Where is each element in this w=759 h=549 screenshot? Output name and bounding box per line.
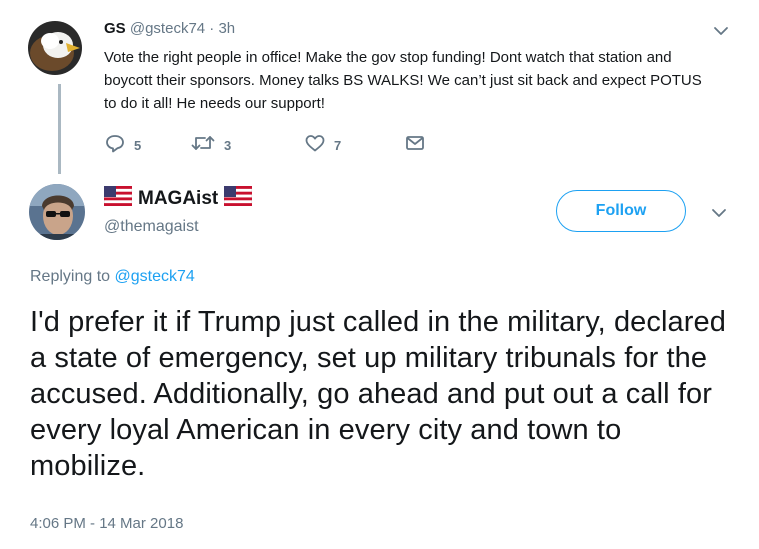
avatar[interactable] <box>28 21 82 75</box>
author-name[interactable]: MAGAist <box>138 188 218 210</box>
separator: · <box>209 20 215 37</box>
tweet-timestamp[interactable]: 4:06 PM - 14 Mar 2018 <box>30 515 183 532</box>
follow-button[interactable]: Follow <box>556 190 686 232</box>
thread-line <box>58 84 61 174</box>
tweet-text: Vote the right people in office! Make th… <box>104 49 702 112</box>
chevron-down-icon[interactable] <box>710 204 728 222</box>
chevron-down-icon[interactable] <box>712 22 730 40</box>
retweet-button[interactable]: 3 <box>190 134 231 156</box>
us-flag-icon <box>103 185 133 212</box>
replying-prefix: Replying to <box>30 268 111 285</box>
reply-icon <box>104 133 126 158</box>
reply-count: 5 <box>134 137 142 153</box>
retweet-count: 3 <box>224 137 232 153</box>
replying-mention-link[interactable]: @gsteck74 <box>115 268 195 285</box>
avatar[interactable] <box>29 184 85 240</box>
tweet-actions: 5 3 7 <box>104 134 444 156</box>
message-icon <box>404 133 426 158</box>
author-handle[interactable]: @gsteck74 <box>130 20 205 37</box>
message-button[interactable] <box>404 134 426 156</box>
author-name[interactable]: GS <box>104 20 126 37</box>
retweet-icon <box>190 133 216 158</box>
author-name-row[interactable]: MAGAist <box>103 185 258 212</box>
like-count: 7 <box>334 137 342 153</box>
replying-to: Replying to @gsteck74 <box>30 268 195 286</box>
reply-button[interactable]: 5 <box>104 134 141 156</box>
tweet-text: I'd prefer it if Trump just called in th… <box>30 306 726 482</box>
us-flag-icon <box>223 185 253 212</box>
reply-tweet-header: GS @gsteck74 · 3h <box>104 20 235 37</box>
like-button[interactable]: 7 <box>304 134 341 156</box>
like-icon <box>304 133 326 158</box>
tweet-time[interactable]: 3h <box>218 20 235 37</box>
author-handle[interactable]: @themagaist <box>104 218 199 236</box>
